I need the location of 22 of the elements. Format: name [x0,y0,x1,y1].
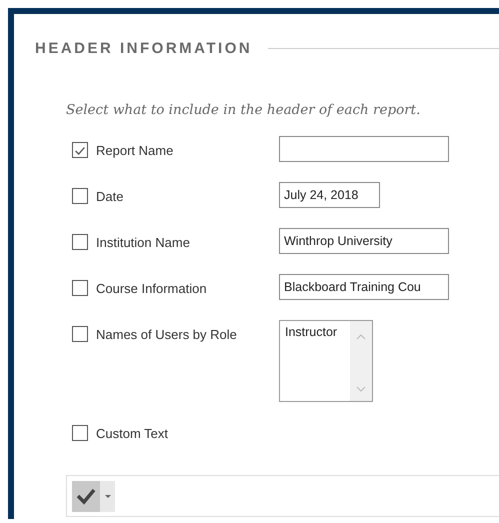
checkbox-label: Course Information [96,280,207,296]
caret-icon [104,494,110,498]
checkbox-label: Report Name [96,142,174,158]
section-title: HEADER INFORMATION [35,40,252,57]
checkbox[interactable] [72,142,88,158]
checkbox[interactable] [72,280,88,296]
text-field[interactable]: July 24, 2018 [279,182,380,208]
checkbox-label: Names of Users by Role [96,326,237,342]
checkbox[interactable] [72,234,88,250]
checkbox[interactable] [72,188,88,204]
checkbox-label: Institution Name [96,234,190,250]
text-field[interactable]: Winthrop University [279,228,449,254]
instruction-text: Select what to include in the header of each report. [66,102,422,118]
spellcheck-button[interactable] [72,480,100,512]
checkbox-label: Date [96,188,124,204]
text-field[interactable]: Blackboard Training Cou [279,274,449,300]
checkbox[interactable] [72,326,88,342]
list-option[interactable]: Instructor [285,325,350,339]
text-field[interactable] [279,136,449,162]
checkbox[interactable] [72,425,88,441]
checkbox-label: Custom Text [96,426,168,440]
list-box[interactable]: Instructor [279,320,373,402]
